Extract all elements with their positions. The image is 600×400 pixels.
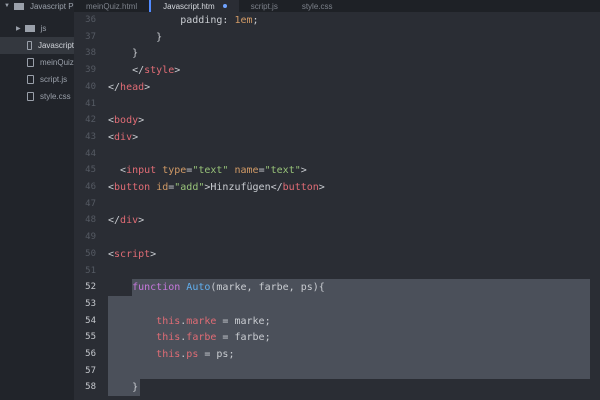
- line-number: 36: [85, 15, 96, 25]
- line-number: 45: [85, 165, 96, 176]
- line-number: 56: [85, 349, 96, 359]
- tree-item-label: Javascript: [37, 41, 74, 50]
- code-line: 38 }: [74, 45, 590, 62]
- line-number: 44: [85, 148, 96, 159]
- code-line: 46 <button id="add">Hinzufügen</button>: [74, 179, 590, 196]
- code-text: }: [108, 382, 139, 394]
- tree-item-js[interactable]: ▶ js: [0, 20, 74, 37]
- line-number: 58: [85, 382, 96, 393]
- file-icon: [27, 58, 34, 67]
- code-line: 37 }: [74, 29, 590, 46]
- code-text: </head>: [108, 81, 151, 93]
- code-line: 48 </div>: [74, 212, 590, 229]
- scrollbar[interactable]: [592, 12, 598, 400]
- file-tree: ▼ Javascript P ▶ js Javascript meinQuiz sc…: [0, 0, 74, 400]
- line-number: 52: [85, 282, 96, 293]
- file-icon: [27, 41, 32, 50]
- tree-item-label: js: [40, 24, 47, 33]
- line-number: 51: [85, 265, 96, 276]
- line-number: 37: [85, 31, 96, 42]
- tree-item-label: meinQuiz: [40, 58, 74, 67]
- code-line: 40 </head>: [74, 79, 590, 96]
- code-line: 55 this.farbe = farbe;: [74, 329, 590, 346]
- line-number: 46: [85, 182, 96, 192]
- code-text: <body>: [108, 115, 145, 127]
- tree-item-script[interactable]: script.js: [0, 71, 74, 88]
- code-line: 42 <body>: [74, 112, 590, 129]
- code-line: 57: [74, 363, 590, 380]
- tab-javascript[interactable]: Javascript.htm: [149, 0, 239, 12]
- project-name: Javascript P: [29, 1, 74, 11]
- code-text: this.farbe = farbe;: [156, 332, 271, 344]
- code-text: }: [108, 31, 163, 43]
- code-line: 45 <input type="text" name="text">: [74, 162, 590, 179]
- code-line: 58 }: [74, 379, 590, 396]
- code-text: <button id="add">Hinzufügen</button>: [108, 182, 325, 193]
- code-line: 43 <div>: [74, 129, 590, 146]
- code-text: </div>: [108, 215, 145, 227]
- file-icon: [27, 92, 34, 101]
- code-text: <script>: [108, 248, 157, 260]
- folder-icon: [24, 25, 35, 32]
- tab-bar: meinQuiz.html Javascript.htm script.js s…: [74, 0, 600, 12]
- line-number: 39: [85, 65, 96, 76]
- code-text: this.ps = ps;: [156, 349, 235, 360]
- tree-item-label: style.css: [40, 92, 71, 101]
- line-number: 42: [85, 115, 96, 126]
- tab-style[interactable]: style.css: [290, 0, 345, 12]
- code-text: function Auto(marke, farbe, ps){: [132, 282, 325, 294]
- line-number: 49: [85, 232, 96, 243]
- chevron-right-icon: ▶: [16, 26, 21, 32]
- code-text: <input type="text" name="text">: [108, 165, 307, 177]
- code-line: 39 </style>: [74, 62, 590, 79]
- tree-item-style[interactable]: style.css: [0, 88, 74, 105]
- line-number: 48: [85, 215, 96, 226]
- line-number: 43: [85, 131, 96, 142]
- line-number: 53: [85, 298, 96, 309]
- code-text: </style>: [108, 65, 181, 77]
- tree-item-javascript[interactable]: Javascript: [0, 37, 74, 54]
- code-line: 41: [74, 96, 590, 113]
- chevron-down-icon: ▼: [4, 3, 10, 9]
- project-root[interactable]: ▼ Javascript P: [0, 0, 74, 12]
- tab-label: Javascript.htm: [163, 1, 215, 11]
- line-number: 57: [85, 365, 96, 376]
- code-line: 36 padding: 1em;: [74, 12, 590, 29]
- code-text: padding: 1em;: [108, 15, 259, 26]
- modified-dot-icon: [222, 4, 227, 8]
- code-editor[interactable]: 36 padding: 1em; 37 } 38 } 39 </style> 40 </h…: [74, 12, 600, 400]
- tree-item-meinquiz[interactable]: meinQuiz: [0, 54, 74, 71]
- line-number: 50: [85, 248, 96, 259]
- code-text: }: [108, 48, 139, 60]
- code-line: 52 function Auto(marke, farbe, ps){: [74, 279, 590, 296]
- code-line: 44: [74, 146, 590, 163]
- tab-label: style.css: [301, 1, 333, 11]
- tree-item-label: script.js: [40, 75, 68, 84]
- code-line: 54 this.marke = marke;: [74, 313, 590, 330]
- file-icon: [27, 75, 34, 84]
- tab-label: script.js: [250, 1, 278, 11]
- code-line: 56 this.ps = ps;: [74, 346, 590, 363]
- line-number: 38: [85, 48, 96, 59]
- code-line: 49: [74, 229, 590, 246]
- code-text: <div>: [108, 131, 139, 143]
- code-line: 51: [74, 263, 590, 280]
- code-line: 47: [74, 196, 590, 213]
- line-number: 47: [85, 198, 96, 209]
- line-number: 55: [85, 332, 96, 343]
- code-line: 53: [74, 296, 590, 313]
- tab-label: meinQuiz.html: [86, 1, 138, 11]
- line-number: 41: [85, 98, 96, 109]
- folder-icon: [13, 2, 24, 10]
- line-number: 54: [85, 315, 96, 326]
- tab-meinquiz[interactable]: meinQuiz.html: [74, 0, 149, 12]
- code-line: 50 <script>: [74, 246, 590, 263]
- tab-script[interactable]: script.js: [239, 0, 290, 12]
- line-number: 40: [85, 81, 96, 92]
- code-text: this.marke = marke;: [156, 315, 271, 327]
